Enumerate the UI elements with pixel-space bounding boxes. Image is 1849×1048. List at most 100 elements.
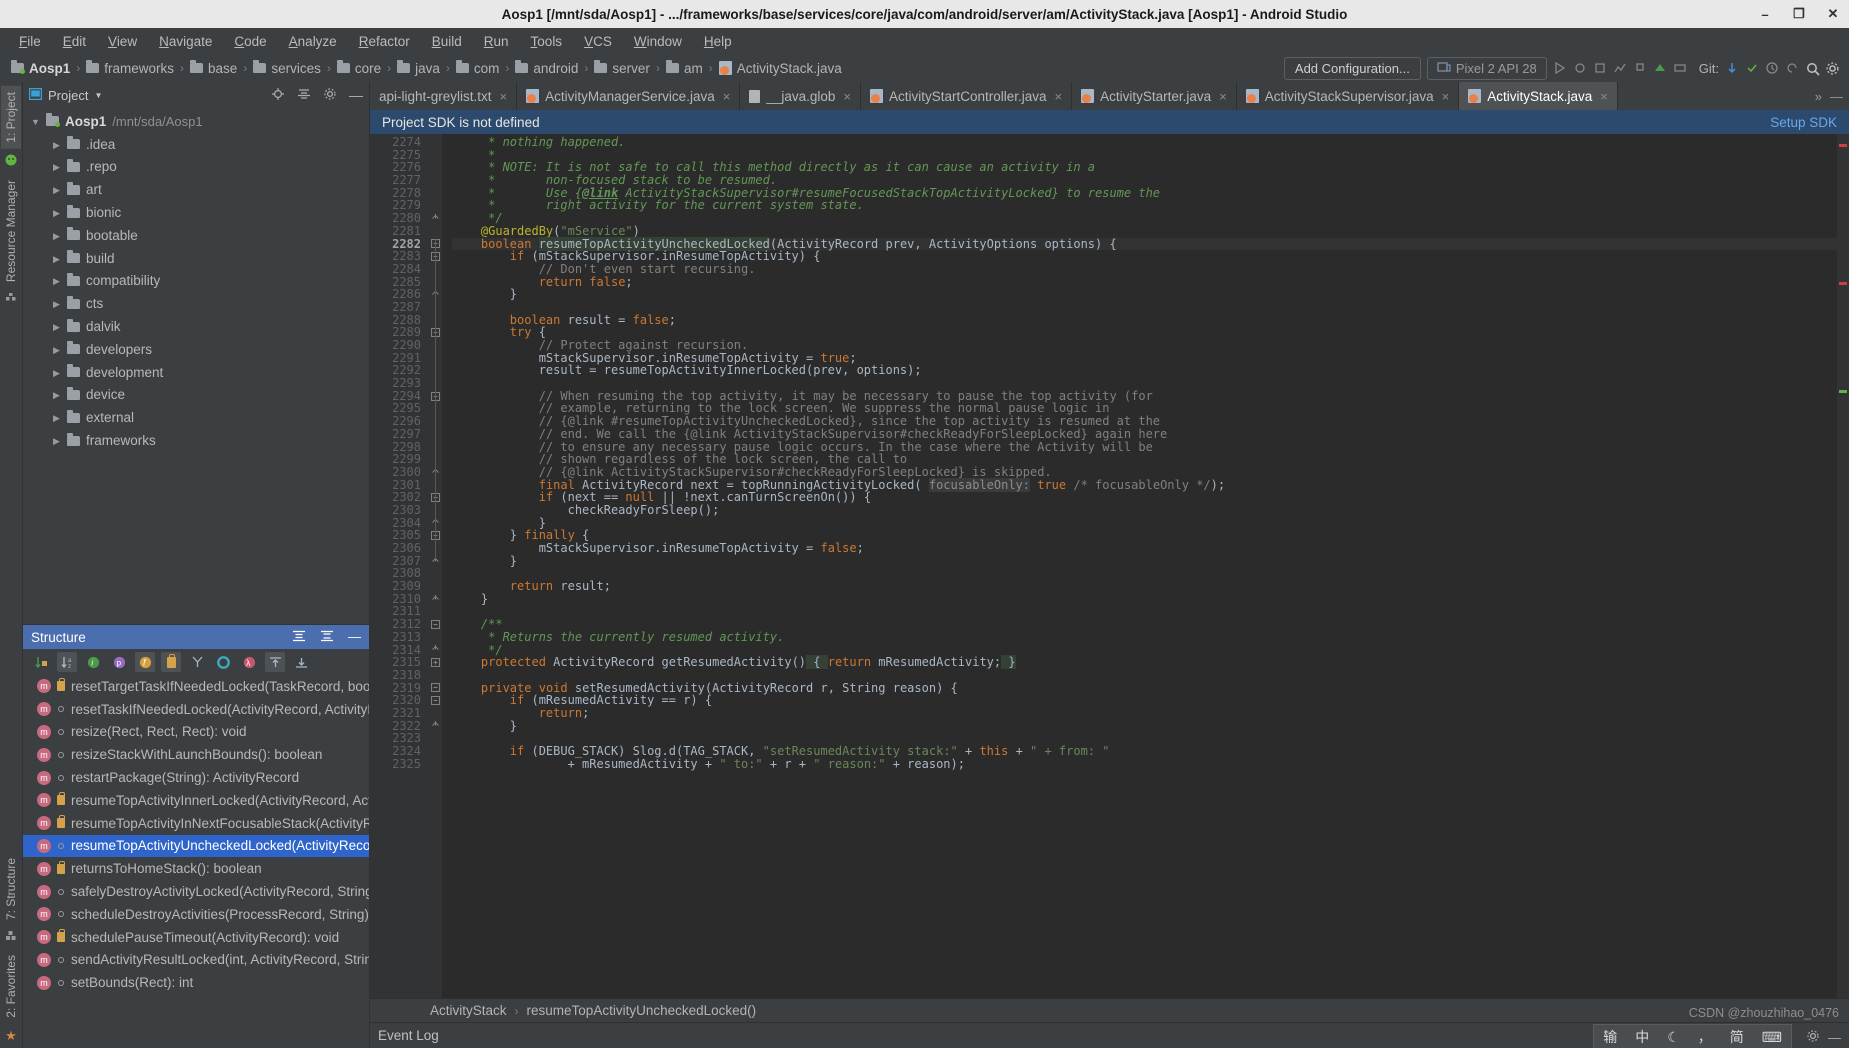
tree-arrow-icon[interactable]: ▶ — [52, 390, 61, 400]
tree-node-developers[interactable]: ▶ developers — [23, 338, 369, 361]
code-line[interactable]: if (mResumedActivity == r) { — [452, 694, 1837, 707]
tree-node-build[interactable]: ▶ build — [23, 247, 369, 270]
close-tab-icon[interactable]: × — [1442, 89, 1450, 104]
menu-item-build[interactable]: Build — [421, 31, 473, 52]
tree-arrow-icon[interactable]: ▶ — [52, 208, 61, 218]
scroll-to-source-icon[interactable] — [291, 652, 311, 672]
expand-all-icon[interactable] — [292, 629, 306, 646]
structure-item[interactable]: m scheduleDestroyActivities(ProcessRecord… — [23, 903, 369, 926]
tree-node-development[interactable]: ▶ development — [23, 361, 369, 384]
code-editor[interactable]: 2274 2275 2276 2277 2278 2279 2280 2281 2282 2283… — [370, 134, 1849, 998]
code-line[interactable]: return false; — [452, 275, 1837, 289]
breadcrumb-item-am[interactable]: am — [661, 60, 708, 76]
fold-marker[interactable] — [428, 694, 442, 707]
sidebar-item-project[interactable]: 1: Project — [1, 86, 21, 149]
fold-marker[interactable] — [428, 644, 442, 657]
menu-item-vcs[interactable]: VCS — [573, 31, 623, 52]
fold-marker[interactable] — [428, 161, 442, 174]
gear-icon[interactable] — [323, 87, 337, 104]
sort-alphabetically-icon[interactable]: az — [57, 652, 77, 672]
tree-arrow-icon[interactable]: ▶ — [52, 254, 61, 264]
tree-node-aosp1[interactable]: ▼ Aosp1/mnt/sda/Aosp1 — [23, 110, 369, 133]
structure-item[interactable]: m schedulePauseTimeout(ActivityRecord): v… — [23, 926, 369, 949]
fold-marker[interactable] — [428, 567, 442, 580]
fold-marker[interactable] — [428, 187, 442, 200]
more-tabs-icon[interactable]: » — [1815, 89, 1822, 104]
fold-marker[interactable] — [428, 225, 442, 238]
code-line[interactable]: protected ActivityRecord getResumedActiv… — [452, 655, 1837, 670]
fold-marker[interactable] — [428, 174, 442, 187]
menu-item-refactor[interactable]: Refactor — [348, 31, 421, 52]
close-icon[interactable]: ✕ — [1823, 4, 1843, 24]
code-line[interactable]: // Don't even start recursing. — [452, 263, 1837, 276]
tree-arrow-icon[interactable]: ▶ — [52, 436, 61, 446]
run-with-coverage-icon[interactable] — [1593, 61, 1607, 75]
close-tab-icon[interactable]: × — [723, 89, 731, 104]
menu-item-tools[interactable]: Tools — [520, 31, 574, 52]
editor-tab-activitystarter-java[interactable]: ActivityStarter.java × — [1072, 82, 1237, 110]
error-stripe[interactable] — [1837, 134, 1849, 998]
fold-marker[interactable] — [428, 618, 442, 631]
hide-tabs-icon[interactable]: — — [1830, 89, 1843, 104]
close-tab-icon[interactable]: × — [1055, 89, 1063, 104]
breadcrumb-item-aosp1[interactable]: Aosp1 — [6, 60, 75, 76]
menu-item-run[interactable]: Run — [473, 31, 520, 52]
tree-arrow-icon[interactable]: ▶ — [52, 345, 61, 355]
gear-icon-2[interactable] — [1806, 1029, 1820, 1046]
fold-marker[interactable] — [428, 745, 442, 758]
code-line[interactable]: @GuardedBy("mService") — [452, 224, 1837, 238]
device-selector[interactable]: Pixel 2 API 28 — [1426, 56, 1547, 80]
hide-structure-icon[interactable]: — — [348, 630, 361, 643]
collapse-all-icon-2[interactable] — [320, 629, 334, 646]
fold-marker[interactable] — [428, 631, 442, 644]
collapse-all-icon[interactable] — [297, 87, 311, 104]
fold-marker[interactable] — [428, 732, 442, 745]
breadcrumb-item-activitystack-java[interactable]: ActivityStack.java — [714, 61, 847, 76]
fold-marker[interactable] — [428, 605, 442, 618]
breadcrumb-item-base[interactable]: base — [185, 60, 242, 76]
code-line[interactable]: mStackSupervisor.inResumeTopActivity = f… — [452, 542, 1837, 555]
menu-item-edit[interactable]: Edit — [52, 31, 97, 52]
tree-node-cts[interactable]: ▶ cts — [23, 292, 369, 315]
setup-sdk-link[interactable]: Setup SDK — [1770, 115, 1837, 130]
sidebar-item-favorites[interactable]: 2: Favorites — [1, 949, 21, 1024]
tree-node-device[interactable]: ▶ device — [23, 384, 369, 407]
structure-item[interactable]: m resumeTopActivityUncheckedLocked(Activi… — [23, 834, 369, 858]
avd-manager-icon[interactable] — [1673, 61, 1687, 75]
fold-marker[interactable] — [428, 212, 442, 225]
code-line[interactable]: boolean result = false; — [452, 313, 1837, 327]
code-line[interactable]: } — [452, 516, 1837, 530]
tree-arrow-icon[interactable]: ▶ — [52, 322, 61, 332]
breadcrumb-item-server[interactable]: server — [589, 60, 655, 76]
structure-item[interactable]: m sendActivityResultLocked(int, ActivityR… — [23, 949, 369, 972]
fold-marker[interactable] — [428, 199, 442, 212]
fold-marker[interactable] — [428, 707, 442, 720]
breadcrumb-item-java[interactable]: java — [392, 60, 445, 76]
tree-node--idea[interactable]: ▶ .idea — [23, 133, 369, 156]
show-properties-icon[interactable]: p — [109, 652, 129, 672]
tree-node--repo[interactable]: ▶ .repo — [23, 156, 369, 179]
fold-marker[interactable] — [428, 136, 442, 149]
code-line[interactable]: // Protect against recursion. — [452, 339, 1837, 352]
close-tab-icon[interactable]: × — [843, 89, 851, 104]
tree-node-bootable[interactable]: ▶ bootable — [23, 224, 369, 247]
breadcrumb-item-frameworks[interactable]: frameworks — [81, 60, 179, 76]
breadcrumb-item-core[interactable]: core — [332, 60, 386, 76]
git-revert-icon[interactable] — [1785, 61, 1799, 75]
close-tab-icon[interactable]: × — [1600, 89, 1608, 104]
menu-item-code[interactable]: Code — [223, 31, 277, 52]
sidebar-item-resource-manager[interactable]: Resource Manager — [1, 174, 21, 288]
menu-item-window[interactable]: Window — [623, 31, 693, 52]
add-configuration-button[interactable]: Add Configuration... — [1283, 56, 1421, 80]
structure-item[interactable]: m setBounds(Rect): int — [23, 971, 369, 994]
git-update-icon[interactable] — [1725, 61, 1739, 75]
code-content[interactable]: * nothing happened. * * NOTE: It is not … — [442, 134, 1837, 998]
tree-arrow-icon[interactable]: ▶ — [52, 276, 61, 286]
project-title-group[interactable]: Project ▼ — [28, 87, 102, 103]
scroll-from-source-icon[interactable] — [265, 652, 285, 672]
code-line[interactable]: if (DEBUG_STACK) Slog.d(TAG_STACK, "setR… — [452, 745, 1837, 758]
git-commit-icon[interactable] — [1745, 61, 1759, 75]
code-line[interactable]: result = resumeTopActivityInnerLocked(pr… — [452, 364, 1837, 377]
breadcrumb-class[interactable]: ActivityStack — [430, 1003, 507, 1018]
ime-mode-icon[interactable]: 输 — [1594, 1024, 1626, 1048]
